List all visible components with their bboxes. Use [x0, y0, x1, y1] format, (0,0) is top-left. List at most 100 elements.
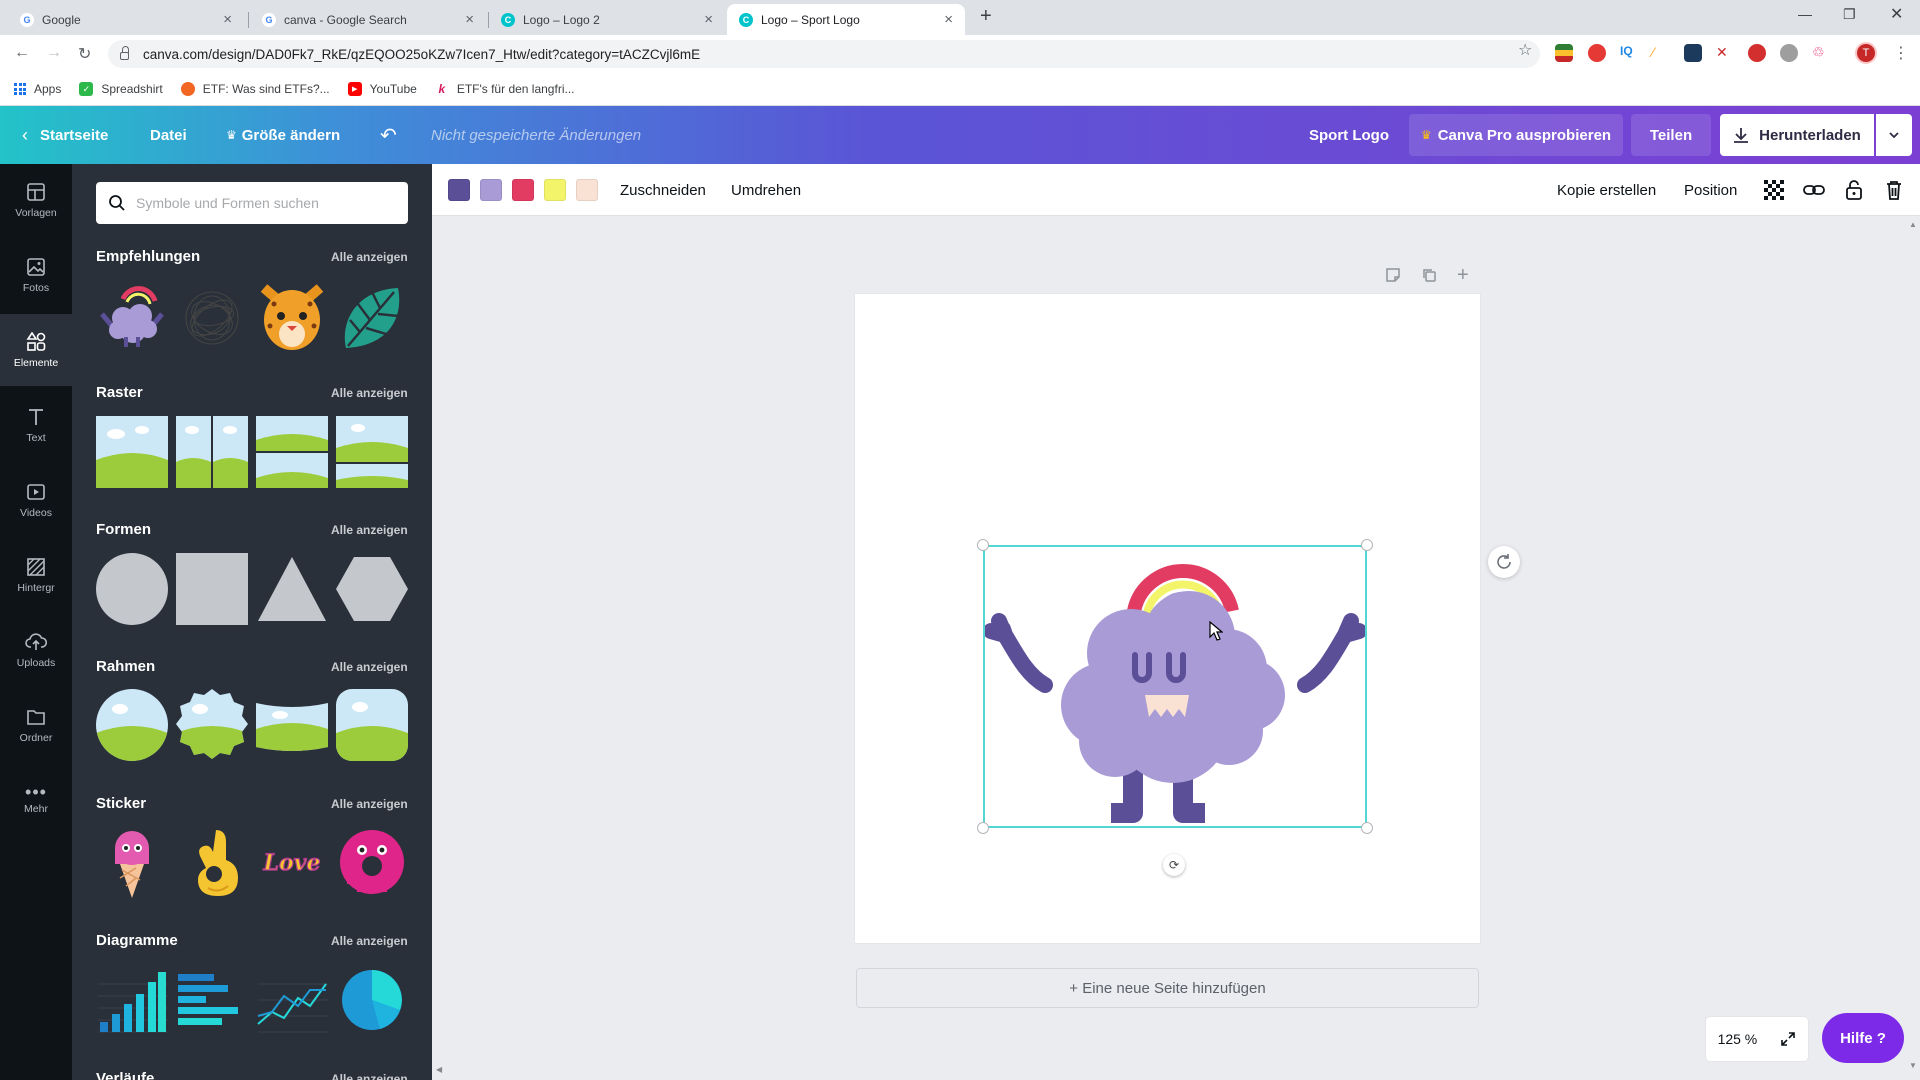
hexagon-shape[interactable]	[336, 553, 408, 625]
resize-handle-top-right[interactable]	[1361, 539, 1373, 551]
monstera-leaf-sticker[interactable]	[336, 282, 408, 354]
see-all-link[interactable]: Alle anzeigen	[331, 797, 408, 811]
grid-three-thumbnail[interactable]	[336, 416, 408, 488]
zoom-control[interactable]: 125 %	[1706, 1017, 1808, 1061]
see-all-link[interactable]: Alle anzeigen	[331, 660, 408, 674]
square-shape[interactable]	[176, 553, 248, 625]
download-button[interactable]: Herunterladen	[1720, 114, 1874, 156]
bookmark-star-icon[interactable]: ☆	[1518, 40, 1532, 60]
rail-uploads[interactable]: Uploads	[0, 614, 72, 686]
extension-iq-icon[interactable]: IQ	[1620, 44, 1638, 62]
rail-folder[interactable]: Ordner	[0, 689, 72, 761]
see-all-link[interactable]: Alle anzeigen	[331, 250, 408, 264]
color-swatch-4[interactable]	[544, 179, 566, 201]
transparency-icon[interactable]	[1762, 178, 1786, 202]
browser-tab-google[interactable]: G Google ×	[8, 4, 244, 35]
resize-handle-top-left[interactable]	[977, 539, 989, 551]
see-all-link[interactable]: Alle anzeigen	[331, 386, 408, 400]
bookmark-etf[interactable]: ETF: Was sind ETFs?...	[180, 82, 330, 96]
rail-more[interactable]: ••• Mehr	[0, 764, 72, 836]
reload-icon[interactable]: ↻	[78, 44, 91, 64]
grid-single-thumbnail[interactable]	[96, 416, 168, 488]
file-menu[interactable]: Datei	[150, 106, 187, 164]
rail-elements[interactable]: Elemente	[0, 314, 72, 386]
rail-templates[interactable]: Vorlagen	[0, 164, 72, 236]
resize-button[interactable]: ♛ Größe ändern	[226, 106, 340, 164]
resize-handle-bottom-left[interactable]	[977, 822, 989, 834]
resize-handle-bottom-right[interactable]	[1361, 822, 1373, 834]
address-bar[interactable]: canva.com/design/DAD0Fk7_RkE/qzEQOO25oKZ…	[108, 40, 1540, 68]
share-button[interactable]: Teilen	[1631, 114, 1711, 156]
leopard-sticker[interactable]	[256, 282, 328, 354]
bookmark-youtube[interactable]: ▶ YouTube	[347, 82, 417, 96]
rounded-frame[interactable]	[336, 689, 408, 761]
horizontal-bar-chart-thumbnail[interactable]	[176, 964, 248, 1036]
duplicate-page-icon[interactable]	[1421, 267, 1437, 286]
rail-background[interactable]: Hintergr	[0, 539, 72, 611]
close-window-icon[interactable]: ✕	[1890, 4, 1903, 24]
close-tab-icon[interactable]: ×	[465, 11, 474, 28]
link-icon[interactable]	[1802, 178, 1826, 202]
new-tab-button[interactable]: +	[980, 5, 992, 28]
see-all-link[interactable]: Alle anzeigen	[331, 1072, 408, 1080]
color-swatch-1[interactable]	[448, 179, 470, 201]
adblock-icon[interactable]	[1748, 44, 1766, 62]
ice-cream-sticker[interactable]	[96, 826, 168, 898]
love-text-sticker[interactable]: Love	[256, 826, 328, 898]
donut-sticker[interactable]	[336, 826, 408, 898]
wave-frame[interactable]	[256, 689, 328, 761]
bar-chart-thumbnail[interactable]	[96, 964, 168, 1036]
rail-photos[interactable]: Fotos	[0, 239, 72, 311]
scroll-down-icon[interactable]: ▼	[1909, 1061, 1917, 1070]
minimize-icon[interactable]: —	[1798, 6, 1812, 22]
add-new-page-button[interactable]: + Eine neue Seite hinzufügen	[856, 968, 1479, 1008]
extension-icon[interactable]	[1588, 44, 1606, 62]
scroll-up-icon[interactable]: ▲	[1909, 220, 1917, 229]
scroll-left-icon[interactable]: ◀	[436, 1065, 442, 1074]
bookmark-apps[interactable]: Apps	[14, 82, 61, 96]
close-tab-icon[interactable]: ×	[223, 11, 232, 28]
restore-icon[interactable]: ❐	[1843, 6, 1856, 23]
bookmark-etf-langfristig[interactable]: k ETF's für den langfri...	[434, 82, 574, 96]
ok-hand-sticker[interactable]	[176, 826, 248, 898]
rail-videos[interactable]: Videos	[0, 464, 72, 536]
extension-icon[interactable]: ⁄	[1652, 44, 1670, 62]
lock-icon[interactable]	[1842, 178, 1866, 202]
flip-button[interactable]: Umdrehen	[731, 164, 801, 216]
pie-chart-thumbnail[interactable]	[336, 964, 408, 1036]
download-options-button[interactable]	[1876, 114, 1912, 156]
close-tab-icon[interactable]: ×	[944, 11, 953, 28]
rail-text[interactable]: Text	[0, 389, 72, 461]
back-icon[interactable]: ←	[14, 44, 30, 62]
vertical-scrollbar[interactable]: ▲ ▼	[1906, 216, 1920, 1080]
scalloped-frame[interactable]	[176, 689, 248, 761]
undo-icon[interactable]: ↶	[380, 106, 397, 164]
help-button[interactable]: Hilfe ?	[1822, 1013, 1904, 1063]
grid-two-column-thumbnail[interactable]	[176, 416, 248, 488]
position-button[interactable]: Position	[1684, 164, 1737, 216]
extension-icon[interactable]: ♲	[1812, 44, 1830, 62]
color-swatch-5[interactable]	[576, 179, 598, 201]
grid-two-row-thumbnail[interactable]	[256, 416, 328, 488]
extension-icon[interactable]: ✕	[1716, 44, 1734, 62]
add-page-icon[interactable]: +	[1457, 264, 1469, 287]
browser-tab-logo-2[interactable]: C Logo – Logo 2 ×	[489, 4, 725, 35]
page-notes-icon[interactable]	[1385, 267, 1401, 286]
refresh-page-icon[interactable]	[1488, 546, 1520, 578]
cloud-monster-sticker[interactable]	[96, 282, 168, 354]
see-all-link[interactable]: Alle anzeigen	[331, 523, 408, 537]
trash-icon[interactable]	[1882, 178, 1906, 202]
color-swatch-3[interactable]	[512, 179, 534, 201]
forward-icon[interactable]: →	[46, 44, 62, 62]
profile-avatar[interactable]: T	[1855, 42, 1877, 64]
home-button[interactable]: ‹ Startseite	[22, 106, 108, 164]
circle-frame[interactable]	[96, 689, 168, 761]
crop-button[interactable]: Zuschneiden	[620, 164, 706, 216]
design-name[interactable]: Sport Logo	[1309, 106, 1389, 164]
element-search-input[interactable]: Symbole und Formen suchen	[96, 182, 408, 224]
extension-icon[interactable]	[1684, 44, 1702, 62]
see-all-link[interactable]: Alle anzeigen	[331, 934, 408, 948]
rotate-handle-icon[interactable]: ⟳	[1163, 854, 1185, 876]
canva-pro-button[interactable]: ♛ Canva Pro ausprobieren	[1409, 114, 1623, 156]
duplicate-button[interactable]: Kopie erstellen	[1557, 164, 1656, 216]
